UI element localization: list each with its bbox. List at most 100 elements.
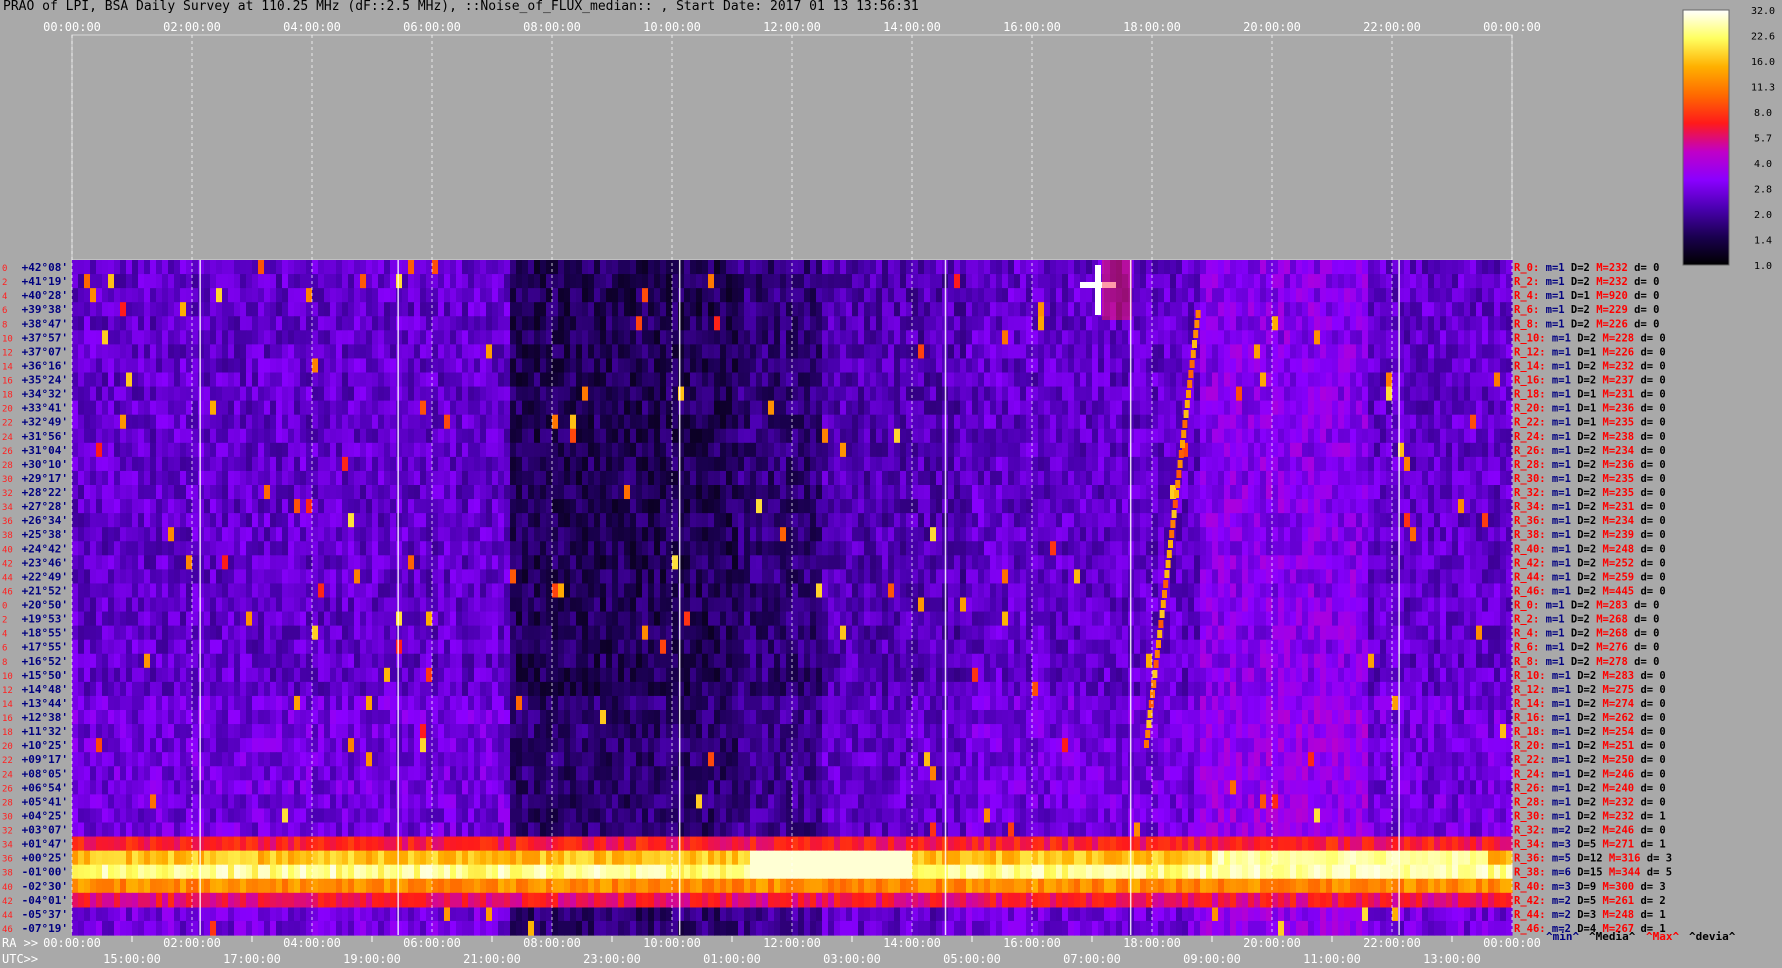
declination-label: +19°53': [22, 613, 68, 626]
ra-tick-label: 00:00:00: [43, 936, 101, 950]
declination-label: -04°01': [22, 894, 68, 907]
declination-label: +16°52': [22, 655, 68, 668]
declination-label: +18°55': [22, 627, 68, 640]
ra-tick-label: 16:00:00: [1003, 936, 1061, 950]
row-index-label: 12: [2, 686, 13, 696]
color-bar-tick: 1.0: [1754, 261, 1772, 272]
declination-label: +29°17': [22, 472, 68, 485]
row-stats: R_0: m=1 D=2 M=232 d= 0: [1514, 262, 1659, 274]
ra-tick-label: 04:00:00: [283, 936, 341, 950]
ra-axis-label: RA >>: [2, 936, 38, 950]
ra-tick-label: 08:00:00: [523, 936, 581, 950]
utc-tick-label: 11:00:00: [1303, 952, 1361, 966]
declination-label: -02°30': [22, 880, 68, 893]
row-index-label: 24: [2, 770, 13, 780]
row-index-label: 8: [2, 658, 7, 668]
row-stats: R_32: m=2 D=2 M=246 d= 0: [1514, 825, 1666, 837]
row-index-label: 26: [2, 784, 13, 794]
row-stats: R_44: m=1 D=2 M=259 d= 0: [1514, 571, 1666, 583]
top-tick-label: 10:00:00: [643, 20, 701, 34]
declination-label: +17°55': [22, 641, 68, 654]
declination-label: +22°49': [22, 570, 68, 583]
declination-label: +05°41': [22, 795, 68, 808]
color-bar-tick: 2.0: [1754, 210, 1772, 221]
top-tick-label: 22:00:00: [1363, 20, 1421, 34]
declination-label: +37°07': [22, 345, 68, 358]
color-bar-tick: 8.0: [1754, 108, 1772, 119]
utc-tick-label: 03:00:00: [823, 952, 881, 966]
row-index-label: 8: [2, 320, 7, 330]
row-index-label: 44: [2, 573, 13, 583]
row-index-label: 28: [2, 461, 13, 471]
utc-tick-label: 09:00:00: [1183, 952, 1241, 966]
row-stats: R_22: m=1 D=1 M=235 d= 0: [1514, 417, 1666, 429]
row-index-label: 44: [2, 911, 13, 921]
row-stats: R_40: m=1 D=2 M=248 d= 0: [1514, 543, 1666, 555]
row-index-label: 24: [2, 433, 13, 443]
row-index-label: 16: [2, 714, 13, 724]
row-index-label: 46: [2, 587, 13, 597]
declination-label: +27°28': [22, 500, 68, 513]
declination-label: -05°37': [22, 908, 68, 921]
declination-label: +26°34': [22, 514, 68, 527]
declination-label: +24°42': [22, 542, 68, 555]
row-index-label: 42: [2, 897, 13, 907]
declination-label: +30°10': [22, 458, 68, 471]
declination-label: +12°38': [22, 711, 68, 724]
declination-label: +14°48': [22, 683, 68, 696]
row-stats: R_42: m=1 D=2 M=252 d= 0: [1514, 557, 1666, 569]
footer-legend-item: ^min^: [1546, 930, 1579, 943]
row-stats: R_46: m=1 D=2 M=445 d= 0: [1514, 585, 1666, 597]
color-bar-tick: 16.0: [1751, 57, 1775, 68]
top-tick-label: 04:00:00: [283, 20, 341, 34]
row-stats: R_10: m=1 D=2 M=283 d= 0: [1514, 670, 1666, 682]
declination-label: +31°04': [22, 444, 68, 457]
declination-label: +09°17': [22, 753, 68, 766]
row-index-label: 14: [2, 700, 13, 710]
declination-label: +38°47': [22, 317, 68, 330]
top-tick-label: 16:00:00: [1003, 20, 1061, 34]
declination-label: +40°28': [22, 289, 68, 302]
row-stats: R_20: m=1 D=1 M=236 d= 0: [1514, 403, 1666, 415]
utc-tick-label: 21:00:00: [463, 952, 521, 966]
row-index-label: 40: [2, 545, 13, 555]
row-index-label: 30: [2, 812, 13, 822]
row-index-label: 6: [2, 644, 7, 654]
declination-label: +31°56': [22, 430, 68, 443]
footer-legend-item: ^Max^: [1646, 930, 1679, 943]
declination-label: -07°19': [22, 922, 68, 935]
declination-label: +10°25': [22, 739, 68, 752]
declination-label: +42°08': [22, 261, 68, 274]
row-stats: R_38: m=1 D=2 M=239 d= 0: [1514, 529, 1666, 541]
row-index-label: 0: [2, 264, 7, 274]
color-bar-tick: 5.7: [1754, 134, 1772, 145]
row-stats: R_36: m=1 D=2 M=234 d= 0: [1514, 515, 1666, 527]
ra-tick-label: 02:00:00: [163, 936, 221, 950]
row-index-label: 20: [2, 742, 13, 752]
row-stats: R_26: m=1 D=2 M=234 d= 0: [1514, 445, 1666, 457]
row-stats: R_36: m=5 D=12 M=316 d= 3: [1514, 853, 1672, 865]
utc-tick-label: 13:00:00: [1423, 952, 1481, 966]
declination-label: +00°25': [22, 852, 68, 865]
top-tick-label: 00:00:00: [43, 20, 101, 34]
row-stats: R_24: m=1 D=2 M=246 d= 0: [1514, 768, 1666, 780]
declination-label: +36°16': [22, 359, 68, 372]
bright-source-halo: [1102, 260, 1132, 320]
row-stats: R_12: m=1 D=1 M=226 d= 0: [1514, 346, 1666, 358]
utc-tick-label: 07:00:00: [1063, 952, 1121, 966]
row-index-label: 34: [2, 841, 13, 851]
row-index-label: 20: [2, 405, 13, 415]
top-tick-label: 20:00:00: [1243, 20, 1301, 34]
footer-legend-item: ^Media^: [1589, 930, 1636, 943]
row-stats: R_16: m=1 D=2 M=262 d= 0: [1514, 712, 1666, 724]
row-index-label: 2: [2, 278, 7, 288]
row-index-label: 36: [2, 517, 13, 527]
color-bar-tick: 22.6: [1751, 32, 1775, 43]
row-index-label: 32: [2, 827, 13, 837]
top-tick-label: 06:00:00: [403, 20, 461, 34]
declination-label: +08°05': [22, 767, 68, 780]
row-stats: R_14: m=1 D=2 M=274 d= 0: [1514, 698, 1666, 710]
declination-label: +21°52': [22, 584, 68, 597]
row-stats: R_34: m=1 D=2 M=231 d= 0: [1514, 501, 1666, 513]
ra-tick-label: 22:00:00: [1363, 936, 1421, 950]
